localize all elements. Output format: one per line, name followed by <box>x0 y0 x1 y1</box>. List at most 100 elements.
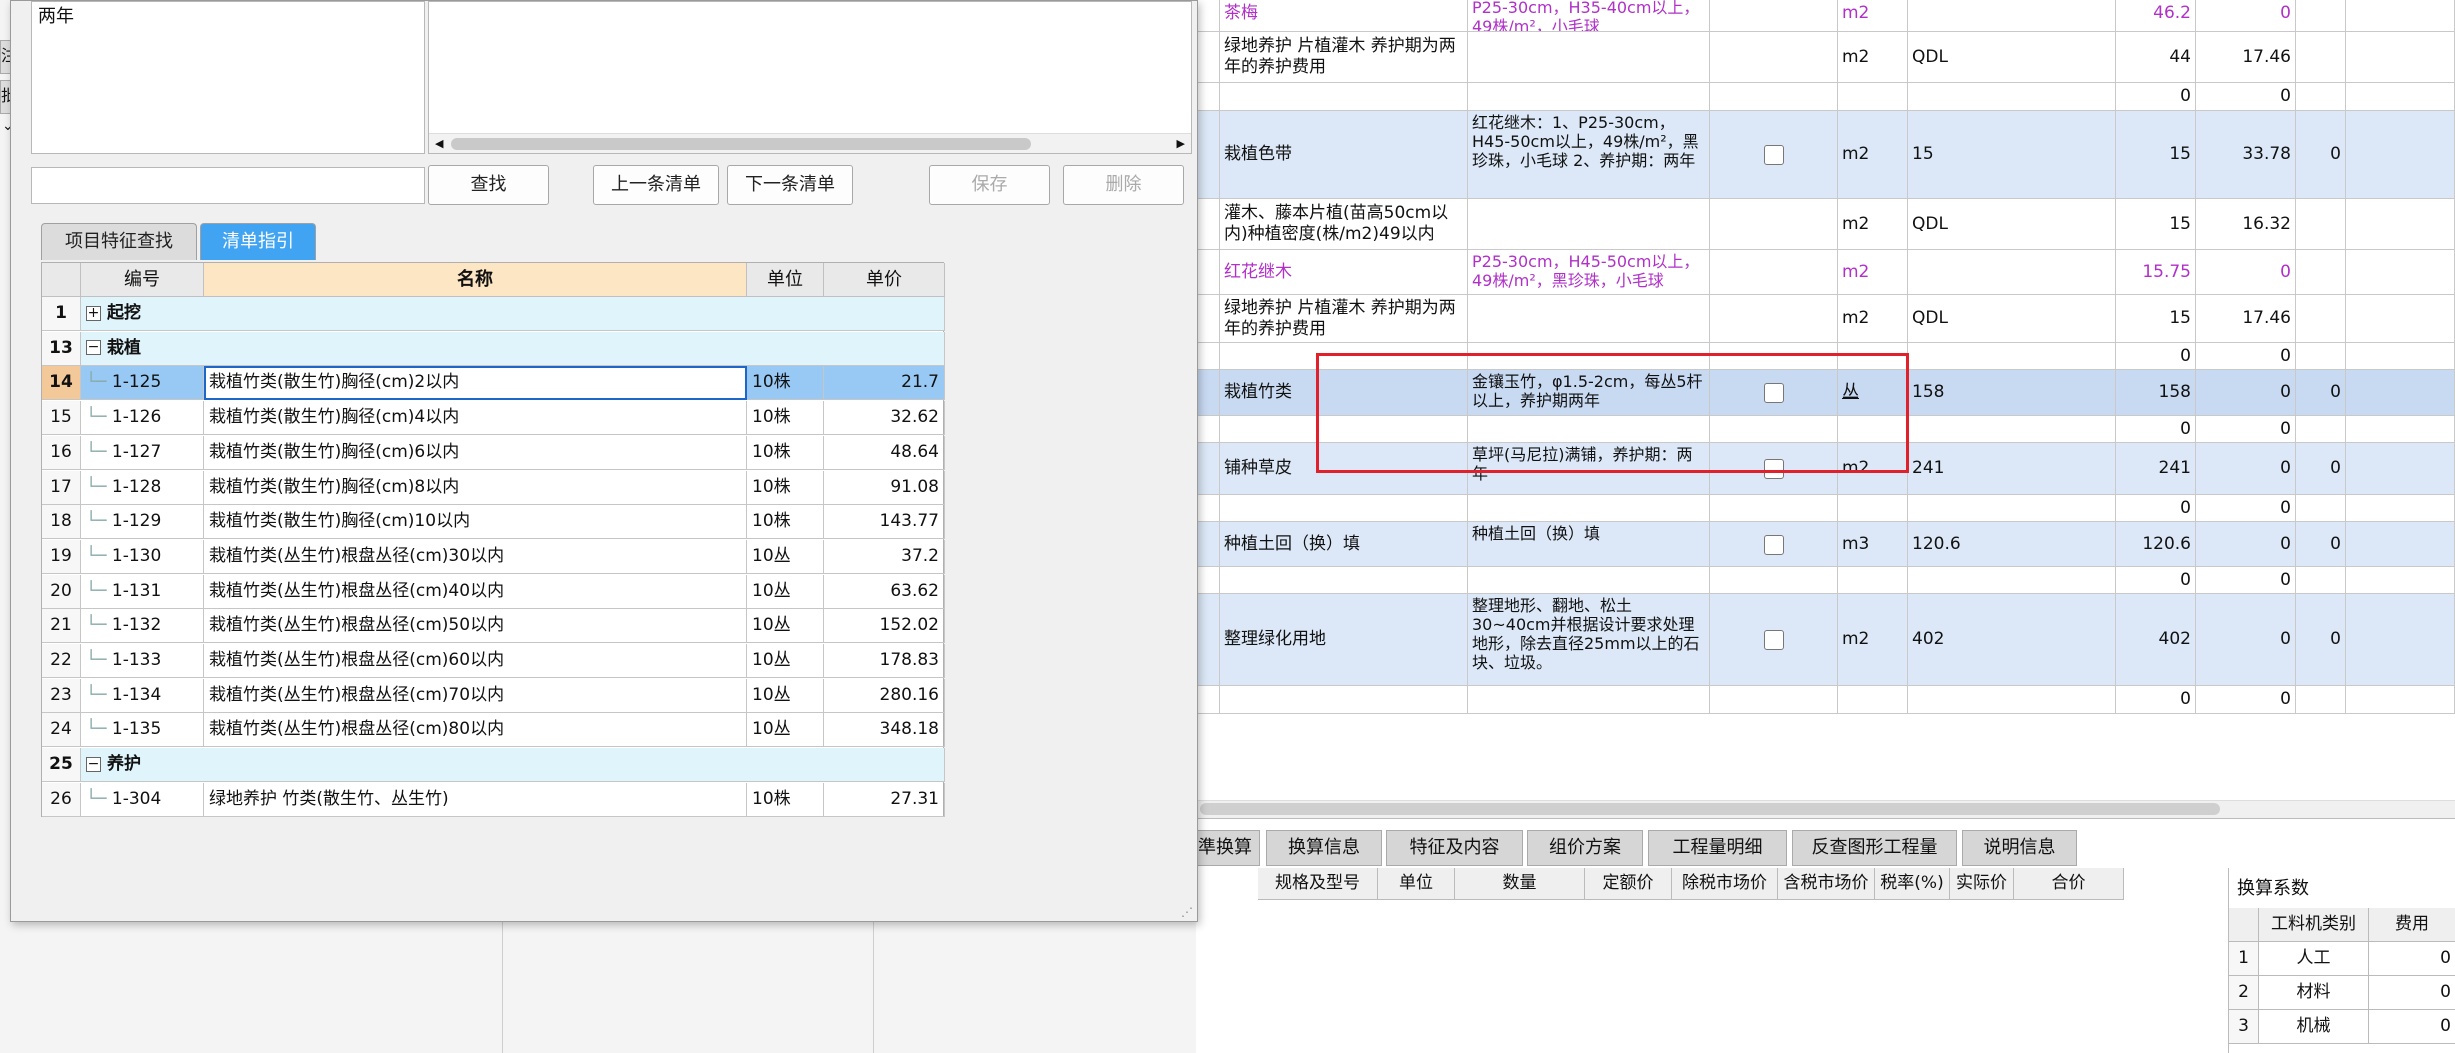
total-cell[interactable]: 0 <box>2296 111 2346 199</box>
row-checkbox[interactable] <box>1764 534 1784 555</box>
search-button[interactable]: 查找 <box>428 165 549 205</box>
qty-expr-cell[interactable] <box>1908 343 2116 370</box>
item-feature-cell[interactable]: P25-30cm，H45-50cm以上，49株/m²，黑珍珠，小毛球 <box>1468 250 1710 295</box>
unit-price-cell[interactable]: 0 <box>2196 443 2296 495</box>
quantity-cell[interactable]: 241 <box>2116 443 2196 495</box>
sub-table-header[interactable]: 除税市场价 <box>1672 868 1778 900</box>
row-checkbox[interactable] <box>1764 630 1784 650</box>
qty-expr-cell[interactable] <box>1908 686 2116 714</box>
preview-hscroll[interactable]: ◀ ▶ <box>429 133 1191 153</box>
item-name-cell[interactable]: 栽植色带 <box>1220 111 1468 199</box>
quantity-cell[interactable]: 0 <box>2116 567 2196 594</box>
scroll-left-icon[interactable]: ◀ <box>435 137 443 150</box>
unit-price-cell[interactable]: 33.78 <box>2196 111 2296 199</box>
checkbox-cell[interactable] <box>1710 522 1838 567</box>
unit-cell[interactable]: m3 <box>1838 522 1908 567</box>
item-feature-cell[interactable]: 红花继木：1、P25-30cm，H45-50cm以上，49株/m²，黑珍珠，小毛… <box>1468 111 1710 199</box>
grid-row[interactable]: 整理绿化用地 整理地形、翻地、松土30~40cm并根据设计要求处理地形，除去直径2… <box>1196 594 2455 686</box>
unit-cell[interactable]: 10株 <box>747 782 824 817</box>
qty-expr-cell[interactable]: 158 <box>1908 370 2116 416</box>
save-button[interactable]: 保存 <box>929 165 1050 205</box>
qty-expr-cell[interactable] <box>1908 250 2116 295</box>
unit-price-cell[interactable]: 17.46 <box>2196 295 2296 343</box>
total-cell[interactable] <box>2296 495 2346 522</box>
sub-table-header[interactable]: 合价 <box>2014 868 2124 900</box>
tree-item-row[interactable]: 14 └─ 1-125 栽植竹类(散生竹)胸径(cm)2以内 10株 21.7 <box>42 366 945 401</box>
grid-row[interactable]: 茶梅 P25-30cm，H35-40cm以上，49株/m²，小毛球 m2 46.2 0 <box>1196 0 2455 32</box>
collapse-icon[interactable]: − <box>86 340 101 356</box>
col-header-price[interactable]: 单价 <box>824 263 945 297</box>
tree-item-row[interactable]: 15 └─ 1-126 栽植竹类(散生竹)胸径(cm)4以内 10株 32.62 <box>42 401 945 436</box>
price-cell[interactable]: 143.77 <box>824 505 945 540</box>
qty-expr-cell[interactable]: 241 <box>1908 443 2116 495</box>
code-cell[interactable]: └─ 1-128 <box>81 470 204 505</box>
quantity-cell[interactable]: 402 <box>2116 594 2196 686</box>
bottom-tab[interactable]: 準换算 <box>1190 830 1260 866</box>
tab-bill-guide[interactable]: 清单指引 <box>200 223 316 260</box>
group-name-cell[interactable]: − 栽植 <box>81 331 945 366</box>
coef-row-fee[interactable]: 0 <box>2369 1010 2455 1044</box>
coef-row-fee[interactable]: 0 <box>2369 942 2455 976</box>
price-cell[interactable]: 152.02 <box>824 609 945 644</box>
qty-expr-cell[interactable]: QDL <box>1908 295 2116 343</box>
coef-row-fee[interactable]: 0 <box>2369 976 2455 1010</box>
unit-cell[interactable]: 10株 <box>747 505 824 540</box>
unit-price-cell[interactable]: 0 <box>2196 495 2296 522</box>
unit-cell[interactable]: m2 <box>1838 111 1908 199</box>
grid-row[interactable]: 00 <box>1196 495 2455 522</box>
unit-price-cell[interactable]: 0 <box>2196 416 2296 443</box>
unit-cell[interactable] <box>1838 686 1908 714</box>
checkbox-cell[interactable] <box>1710 686 1838 714</box>
code-cell[interactable]: └─ 1-304 <box>81 782 204 817</box>
unit-price-cell[interactable]: 16.32 <box>2196 199 2296 250</box>
unit-price-cell[interactable]: 0 <box>2196 343 2296 370</box>
code-cell[interactable]: └─ 1-132 <box>81 609 204 644</box>
tree-item-row[interactable]: 23 └─ 1-134 栽植竹类(丛生竹)根盘丛径(cm)70以内 10丛 280.16 <box>42 678 945 713</box>
col-header-name[interactable]: 名称 <box>204 263 747 297</box>
unit-price-cell[interactable]: 0 <box>2196 370 2296 416</box>
qty-expr-cell[interactable]: QDL <box>1908 32 2116 83</box>
price-cell[interactable]: 63.62 <box>824 574 945 609</box>
bottom-tab[interactable]: 组价方案 <box>1527 830 1643 866</box>
code-cell[interactable]: └─ 1-129 <box>81 505 204 540</box>
quantity-cell[interactable]: 120.6 <box>2116 522 2196 567</box>
checkbox-cell[interactable] <box>1710 199 1838 250</box>
row-checkbox[interactable] <box>1764 145 1784 165</box>
grid-row[interactable]: 绿地养护 片植灌木 养护期为两年的养护费用 m2 QDL 15 17.46 <box>1196 295 2455 343</box>
tree-item-row[interactable]: 21 └─ 1-132 栽植竹类(丛生竹)根盘丛径(cm)50以内 10丛 152.02 <box>42 609 945 644</box>
tree-item-row[interactable]: 26 └─ 1-304 绿地养护 竹类(散生竹、丛生竹) 10株 27.31 <box>42 782 945 817</box>
price-cell[interactable]: 37.2 <box>824 539 945 574</box>
name-cell[interactable]: 栽植竹类(丛生竹)根盘丛径(cm)70以内 <box>204 678 747 713</box>
tree-item-row[interactable]: 24 └─ 1-135 栽植竹类(丛生竹)根盘丛径(cm)80以内 10丛 348.18 <box>42 713 945 748</box>
grid-row[interactable]: 种植土回（换）填 种植土回（换）填 m3 120.6 120.6 0 0 <box>1196 522 2455 567</box>
grid-row[interactable]: 栽植色带 红花继木：1、P25-30cm，H45-50cm以上，49株/m²，黑珍… <box>1196 111 2455 199</box>
name-cell[interactable]: 栽植竹类(散生竹)胸径(cm)8以内 <box>204 470 747 505</box>
unit-price-cell[interactable]: 0 <box>2196 522 2296 567</box>
item-feature-cell[interactable] <box>1468 32 1710 83</box>
unit-cell[interactable]: 10丛 <box>747 678 824 713</box>
unit-cell[interactable]: 10株 <box>747 435 824 470</box>
prev-bill-button[interactable]: 上一条清单 <box>593 165 719 205</box>
qty-expr-cell[interactable]: QDL <box>1908 199 2116 250</box>
total-cell[interactable] <box>2296 416 2346 443</box>
item-feature-cell[interactable]: 种植土回（换）填 <box>1468 522 1710 567</box>
quantity-cell[interactable]: 0 <box>2116 686 2196 714</box>
expand-icon[interactable]: + <box>86 305 101 321</box>
item-feature-cell[interactable] <box>1468 495 1710 522</box>
feature-list-box[interactable]: 两年 <box>31 1 425 154</box>
name-cell[interactable]: 栽植竹类(丛生竹)根盘丛径(cm)30以内 <box>204 539 747 574</box>
total-cell[interactable] <box>2296 250 2346 295</box>
checkbox-cell[interactable] <box>1710 295 1838 343</box>
name-cell[interactable]: 栽植竹类(丛生竹)根盘丛径(cm)60以内 <box>204 644 747 678</box>
qty-expr-cell[interactable]: 120.6 <box>1908 522 2116 567</box>
item-feature-cell[interactable]: 整理地形、翻地、松土30~40cm并根据设计要求处理地形，除去直径25mm以上的… <box>1468 594 1710 686</box>
group-name-cell[interactable]: − 养护 <box>81 748 945 783</box>
item-name-cell[interactable]: 茶梅 <box>1220 0 1468 32</box>
item-name-cell[interactable] <box>1220 686 1468 714</box>
unit-cell[interactable] <box>1838 495 1908 522</box>
item-name-cell[interactable] <box>1220 495 1468 522</box>
name-cell[interactable]: 栽植竹类(散生竹)胸径(cm)4以内 <box>204 401 747 436</box>
tree-item-row[interactable]: 19 └─ 1-130 栽植竹类(丛生竹)根盘丛径(cm)30以内 10丛 37.2 <box>42 539 945 574</box>
checkbox-cell[interactable] <box>1710 567 1838 594</box>
item-name-cell[interactable]: 绿地养护 片植灌木 养护期为两年的养护费用 <box>1220 32 1468 83</box>
